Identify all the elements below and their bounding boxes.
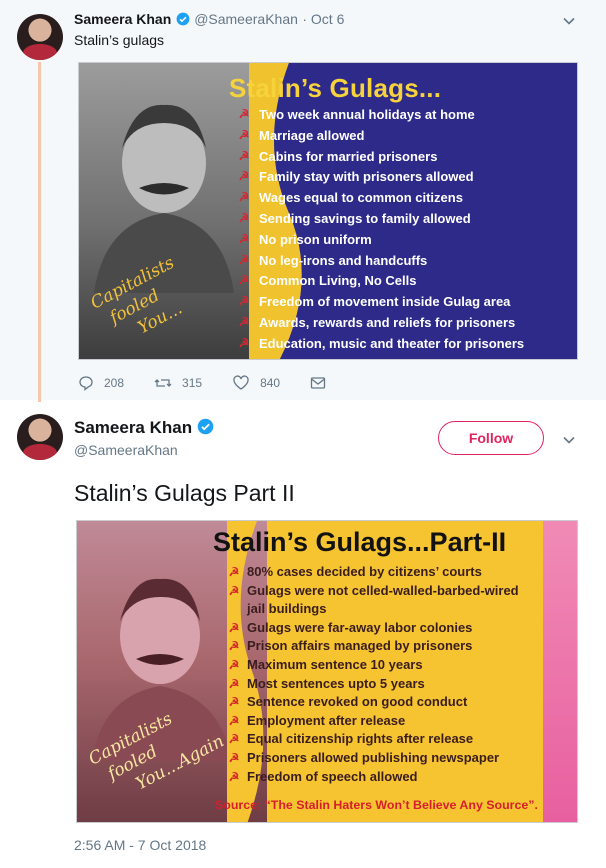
tweet-actions: 208 315 840 <box>78 374 366 392</box>
hammer-sickle-icon: ☭ <box>228 639 240 654</box>
card-title: Stalin’s Gulags...Part-II <box>213 527 507 557</box>
list-item: ☭ Most sentences upto 5 years <box>221 675 566 694</box>
avatar[interactable] <box>17 14 63 60</box>
hammer-sickle-icon: ☭ <box>238 148 250 163</box>
card-list: ☭ 80% cases decided by citizens’ courts ☭… <box>221 563 566 786</box>
retweet-count: 315 <box>182 376 203 390</box>
list-item: ☭ Freedom of speech allowed <box>221 768 566 787</box>
tweet-date[interactable]: · Oct 6 <box>302 11 344 27</box>
hammer-sickle-icon: ☭ <box>238 169 250 184</box>
tweet-image[interactable]: Stalin’s Gulags... ☭ Two week annual holi… <box>78 62 578 360</box>
list-item: ☭ Common Living, No Cells <box>229 273 574 294</box>
list-item: ☭ Prison affairs managed by prisoners <box>221 637 566 656</box>
display-name[interactable]: Sameera Khan <box>74 418 192 437</box>
tweet-timestamp[interactable]: 2:56 AM - 7 Oct 2018 <box>74 837 206 853</box>
list-item: ☭ Wages equal to common citizens <box>229 190 574 211</box>
reply-icon <box>79 376 93 391</box>
card-title: Stalin’s Gulags... <box>229 73 442 103</box>
handle[interactable]: @SameeraKhan <box>194 11 298 27</box>
list-item: ☭ 80% cases decided by citizens’ courts <box>221 563 566 582</box>
hammer-sickle-icon: ☭ <box>228 695 240 710</box>
list-item: ☭ Sending savings to family allowed <box>229 211 574 232</box>
follow-button[interactable]: Follow <box>438 421 544 455</box>
list-item: ☭ Awards, rewards and reliefs for prisone… <box>229 315 574 336</box>
list-item: ☭ Employment after release <box>221 712 566 731</box>
hammer-sickle-icon: ☭ <box>228 676 240 691</box>
list-item: ☭ Marriage allowed <box>229 128 574 149</box>
handle[interactable]: @SameeraKhan <box>74 442 178 458</box>
reply-count: 208 <box>104 376 125 390</box>
list-item: ☭ Gulags were far-away labor colonies <box>221 619 566 638</box>
tweet-text: Stalin’s gulags <box>74 32 165 48</box>
card-source: Source: “The Stalin Haters Won’t Believe… <box>215 798 538 812</box>
list-item: ☭ No leg-irons and handcuffs <box>229 253 574 274</box>
hammer-sickle-icon: ☭ <box>238 190 250 205</box>
retweet-icon <box>154 379 172 387</box>
thread-connector <box>38 62 41 402</box>
list-item: ☭ Prisoners allowed publishing newspaper <box>221 749 566 768</box>
dm-button[interactable] <box>310 376 336 390</box>
avatar[interactable] <box>17 414 63 460</box>
list-item: ☭ Sentence revoked on good conduct <box>221 693 566 712</box>
tweet-image[interactable]: Stalin’s Gulags...Part-II ☭ 80% cases dec… <box>76 520 578 823</box>
hammer-sickle-icon: ☭ <box>228 713 240 728</box>
reply-button[interactable]: 208 <box>78 375 124 391</box>
like-button[interactable]: 840 <box>232 375 280 391</box>
hammer-sickle-icon: ☭ <box>228 583 240 598</box>
list-item: jail buildings <box>247 601 327 617</box>
hammer-sickle-icon: ☭ <box>238 294 250 309</box>
hammer-sickle-icon: ☭ <box>238 210 250 225</box>
tweet-text: Stalin’s Gulags Part II <box>74 480 295 506</box>
tweet-header: Sameera Khan @SameeraKhan · Oct 6 <box>74 11 344 29</box>
hammer-sickle-icon: ☭ <box>238 127 250 142</box>
list-item: ☭ Education, music and theater for prison… <box>229 336 574 357</box>
envelope-icon <box>310 377 326 389</box>
list-item: ☭ Cabins for married prisoners <box>229 149 574 170</box>
hammer-sickle-icon: ☭ <box>238 107 250 121</box>
heart-icon <box>233 375 249 390</box>
hammer-sickle-icon: ☭ <box>228 750 240 765</box>
retweet-button[interactable]: 315 <box>154 375 202 391</box>
hammer-sickle-icon: ☭ <box>228 565 240 579</box>
list-item: ☭ Maximum sentence 10 years <box>221 656 566 675</box>
like-count: 840 <box>260 376 281 390</box>
chevron-down-icon[interactable] <box>562 14 576 28</box>
list-item: ☭ Two week annual holidays at home <box>229 107 574 128</box>
hammer-sickle-icon: ☭ <box>228 769 240 784</box>
hammer-sickle-icon: ☭ <box>238 335 250 350</box>
hammer-sickle-icon: ☭ <box>238 252 250 267</box>
card-list: ☭ Two week annual holidays at home ☭ Marri… <box>229 107 574 357</box>
hammer-sickle-icon: ☭ <box>228 620 240 635</box>
hammer-sickle-icon: ☭ <box>228 657 240 672</box>
list-item: ☭ Gulags were not celled-walled-barbed-wi… <box>221 582 566 601</box>
list-item: ☭ No prison uniform <box>229 232 574 253</box>
hammer-sickle-icon: ☭ <box>238 314 250 329</box>
list-item: ☭ Equal citizenship rights after release <box>221 730 566 749</box>
verified-badge-icon <box>176 12 190 26</box>
list-item: ☭ Freedom of movement inside Gulag area <box>229 294 574 315</box>
hammer-sickle-icon: ☭ <box>238 273 250 288</box>
tweet-header: Sameera Khan <box>74 418 214 438</box>
display-name[interactable]: Sameera Khan <box>74 11 171 27</box>
hammer-sickle-icon: ☭ <box>238 231 250 246</box>
chevron-down-icon[interactable] <box>562 433 576 447</box>
verified-badge-icon <box>197 418 214 435</box>
list-item: ☭ Family stay with prisoners allowed <box>229 169 574 190</box>
parent-tweet[interactable]: Sameera Khan @SameeraKhan · Oct 6 Stalin… <box>0 0 606 402</box>
